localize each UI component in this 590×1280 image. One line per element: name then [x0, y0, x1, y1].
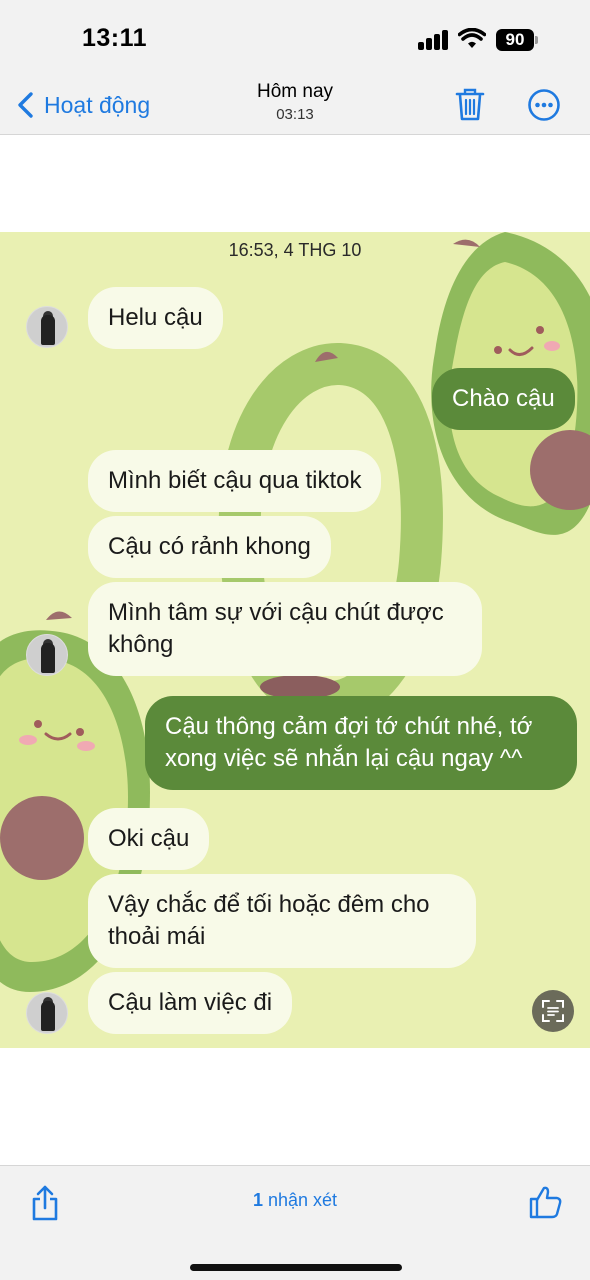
bottom-toolbar: 1 nhận xét: [0, 1165, 590, 1280]
message-bubble: Mình biết cậu qua tiktok: [88, 450, 382, 512]
message-line: Mình tâm sự với cậu chút được: [108, 599, 444, 626]
message-bubble: Chào cậu: [432, 368, 575, 430]
chat-screenshot: 16:53, 4 THG 10 Helu cậu Chào cậu Mình b…: [0, 232, 590, 1048]
message-bubble: Vậy chắc để tối hoặc đêm cho thoải mái: [88, 874, 476, 968]
more-circle-icon[interactable]: [527, 88, 561, 122]
message-bubble: Cậu làm việc đi: [88, 972, 293, 1034]
message-line: thoải mái: [108, 923, 206, 950]
home-indicator: [190, 1264, 402, 1271]
chat-timestamp: 16:53, 4 THG 10: [228, 240, 362, 260]
message-bubble: Mình tâm sự với cậu chút được không: [88, 582, 482, 676]
message-line: Vậy chắc để tối hoặc đêm cho: [108, 891, 430, 918]
wifi-icon: [458, 28, 486, 48]
status-time: 13:11: [82, 24, 148, 52]
message-bubble: Oki cậu: [88, 808, 210, 870]
avatar: [26, 992, 68, 1034]
comment-label: nhận xét: [267, 1190, 338, 1210]
message-bubble: Helu cậu: [88, 287, 223, 349]
live-text-scan-button[interactable]: [532, 990, 574, 1032]
avatar: [26, 306, 68, 348]
message-line: Cậu thông cảm đợi tớ chút nhé, tớ: [165, 713, 533, 740]
thumbs-up-icon[interactable]: [527, 1184, 563, 1220]
page-title: Hôm nay: [256, 81, 334, 102]
nav-title: Hôm nay 03:13: [0, 80, 590, 126]
comments-link[interactable]: 1 nhận xét: [0, 1190, 590, 1211]
text-scan-icon: [542, 1000, 564, 1022]
message-bubble: Cậu thông cảm đợi tớ chút nhé, tớ xong v…: [145, 696, 577, 790]
message-bubble: Cậu có rảnh khong: [88, 516, 331, 578]
cellular-signal-icon: [418, 30, 450, 50]
avatar: [26, 634, 68, 676]
message-line: xong việc sẽ nhắn lại cậu ngay ^^: [165, 745, 523, 772]
page-subtitle: 03:13: [276, 106, 314, 123]
status-bar: 13:11 90: [0, 0, 590, 80]
battery-level: 90: [496, 29, 534, 51]
trash-icon[interactable]: [454, 86, 486, 122]
message-line: không: [108, 631, 174, 658]
battery-icon: 90: [496, 29, 538, 51]
nav-bar: Hoạt động Hôm nay 03:13: [0, 80, 590, 135]
comment-count: 1: [252, 1190, 263, 1210]
